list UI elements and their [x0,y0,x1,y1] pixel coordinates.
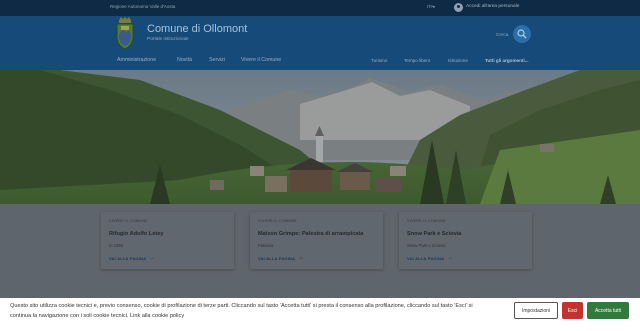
search-icon [517,29,527,39]
cookie-accept-all-button[interactable]: Accetta tutti [587,302,629,319]
nav-item-services[interactable]: Servizi [209,57,225,63]
search-label: Cerca [496,32,509,37]
login-link[interactable]: Accedi all'area personale [466,4,519,9]
nav-item-living[interactable]: Vivere il Comune [241,57,281,63]
highlight-card[interactable]: VIVERE IL COMUNE Rifugio Adolfo Letey m … [101,212,234,269]
mountain-village-image [0,70,640,204]
site-header: Comune di Ollomont Portale istituzionale… [0,16,640,70]
arrow-right-icon: → [447,255,453,261]
card-subtitle: Snow Park e Sciovia [407,243,446,248]
hero-image [0,70,640,204]
cookie-exit-button[interactable]: Esci [562,302,583,319]
municipality-crest-logo[interactable] [114,17,136,50]
card-link[interactable]: VAI ALLA PAGINA [109,256,146,261]
top-bar: Regione Autonoma Valle d'Aosta ITA ▾ Acc… [0,0,640,16]
nav-item-leisure[interactable]: Tempo libero [404,58,430,63]
cookie-settings-button[interactable]: Impostazioni [514,302,558,319]
chevron-down-icon: ▾ [433,4,436,9]
nav-item-news[interactable]: Novità [177,57,192,63]
cookie-text: Questo sito utilizza cookie tecnici e, p… [10,303,473,319]
card-category: VIVERE IL COMUNE [109,219,148,223]
nav-item-education[interactable]: Istruzione [448,58,468,63]
arrow-right-icon: → [298,255,304,261]
nav-item-administration[interactable]: Amministrazione [117,57,156,63]
arrow-right-icon: → [149,255,155,261]
card-category: VIVERE IL COMUNE [258,219,297,223]
nav-item-all-topics[interactable]: Tutti gli argomenti... [485,58,529,63]
nav-item-tourism[interactable]: Turismo [371,58,387,63]
card-link[interactable]: VAI ALLA PAGINA [407,256,444,261]
search-button[interactable] [513,25,531,43]
card-link[interactable]: VAI ALLA PAGINA [258,256,295,261]
region-link[interactable]: Regione Autonoma Valle d'Aosta [110,4,175,9]
site-subtitle: Portale istituzionale [147,37,189,42]
user-icon[interactable] [454,3,463,12]
cookie-banner: Questo sito utilizza cookie tecnici e, p… [0,298,640,331]
highlights-section: VIVERE IL COMUNE Rifugio Adolfo Letey m … [0,204,640,298]
card-subtitle: Palestra [258,243,274,248]
card-title[interactable]: Maison Grimpe: Palestra di arrampicata [258,231,363,237]
highlight-card[interactable]: VIVERE IL COMUNE Snow Park e Sciovia Sno… [399,212,532,269]
highlight-card[interactable]: VIVERE IL COMUNE Maison Grimpe: Palestra… [250,212,383,269]
card-subtitle: m 2465 [109,243,123,248]
card-category: VIVERE IL COMUNE [407,219,446,223]
card-title[interactable]: Snow Park e Sciovia [407,231,461,237]
site-title[interactable]: Comune di Ollomont [147,23,247,35]
card-title[interactable]: Rifugio Adolfo Letey [109,231,163,237]
